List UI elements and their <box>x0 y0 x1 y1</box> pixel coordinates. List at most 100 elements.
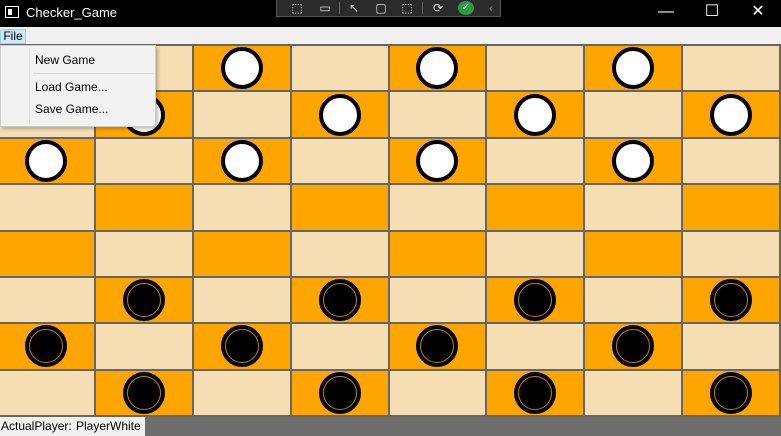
board-square[interactable] <box>193 324 290 369</box>
load-game-menu-item[interactable]: Load Game... <box>35 80 108 94</box>
board-square[interactable] <box>683 92 779 137</box>
board-square[interactable] <box>95 277 192 323</box>
board-square[interactable] <box>487 277 584 323</box>
board-square[interactable] <box>95 185 192 230</box>
board-square[interactable] <box>389 46 486 91</box>
board-square[interactable] <box>193 46 290 91</box>
black-piece[interactable] <box>710 371 753 414</box>
board-square[interactable] <box>193 138 290 184</box>
board-square[interactable] <box>0 370 94 415</box>
black-piece[interactable] <box>710 279 753 322</box>
black-piece[interactable] <box>220 325 263 368</box>
board-square[interactable] <box>389 277 486 323</box>
board-square[interactable] <box>291 46 388 91</box>
white-piece[interactable] <box>612 47 655 90</box>
board-square[interactable] <box>487 138 584 184</box>
board-square[interactable] <box>193 92 290 137</box>
board-square[interactable] <box>291 324 388 369</box>
window-title: Checker_Game <box>26 5 118 20</box>
black-piece[interactable] <box>612 325 655 368</box>
board-square[interactable] <box>389 324 486 369</box>
board-square[interactable] <box>0 277 94 323</box>
board-square[interactable] <box>193 231 290 276</box>
white-piece[interactable] <box>24 139 67 182</box>
new-game-menu-item[interactable]: New Game <box>35 53 95 67</box>
board-square[interactable] <box>585 231 682 276</box>
board-square[interactable] <box>585 277 682 323</box>
board-square[interactable] <box>291 370 388 415</box>
toolbar-separator <box>422 2 423 14</box>
board-square[interactable] <box>95 231 192 276</box>
board-square[interactable] <box>291 92 388 137</box>
board-square[interactable] <box>389 231 486 276</box>
board-square[interactable] <box>683 231 779 276</box>
board-square[interactable] <box>95 370 192 415</box>
black-piece[interactable] <box>514 279 557 322</box>
board-square[interactable] <box>95 324 192 369</box>
board-square[interactable] <box>389 185 486 230</box>
board-square[interactable] <box>585 138 682 184</box>
board-square[interactable] <box>683 324 779 369</box>
white-piece[interactable] <box>220 139 263 182</box>
board-square[interactable] <box>291 231 388 276</box>
board-square[interactable] <box>193 370 290 415</box>
black-piece[interactable] <box>416 325 459 368</box>
board-square[interactable] <box>389 138 486 184</box>
board-square[interactable] <box>585 46 682 91</box>
board-square[interactable] <box>585 92 682 137</box>
record-icon[interactable]: ▭ <box>317 1 333 15</box>
board-square[interactable] <box>193 277 290 323</box>
board-square[interactable] <box>683 46 779 91</box>
file-menu[interactable]: File <box>0 29 26 44</box>
pointer-icon[interactable]: ↖ <box>346 1 362 15</box>
board-square[interactable] <box>487 185 584 230</box>
board-square[interactable] <box>0 231 94 276</box>
board-square[interactable] <box>585 185 682 230</box>
maximize-button[interactable]: ☐ <box>689 0 735 27</box>
board-square[interactable] <box>487 231 584 276</box>
board-square[interactable] <box>0 138 94 184</box>
black-piece[interactable] <box>24 325 67 368</box>
board-square[interactable] <box>585 370 682 415</box>
board-square[interactable] <box>487 92 584 137</box>
board-square[interactable] <box>389 370 486 415</box>
black-piece[interactable] <box>122 371 165 414</box>
black-piece[interactable] <box>514 371 557 414</box>
white-piece[interactable] <box>514 93 557 136</box>
board-square[interactable] <box>95 138 192 184</box>
board-square[interactable] <box>389 92 486 137</box>
inspect-icon[interactable]: ⬚ <box>399 1 415 15</box>
board-square[interactable] <box>683 138 779 184</box>
minimize-button[interactable]: — <box>643 0 689 27</box>
board-square[interactable] <box>683 277 779 323</box>
frame-icon[interactable]: ▢ <box>373 1 389 15</box>
debug-toolbar: ⬚ ▭ ↖ ▢ ⬚ ⟳ ✓ ‹ <box>276 0 501 17</box>
board-square[interactable] <box>683 185 779 230</box>
board-square[interactable] <box>487 46 584 91</box>
white-piece[interactable] <box>612 139 655 182</box>
white-piece[interactable] <box>416 47 459 90</box>
white-piece[interactable] <box>220 47 263 90</box>
collapse-icon[interactable]: ‹ <box>483 1 499 15</box>
black-piece[interactable] <box>318 371 361 414</box>
board-square[interactable] <box>291 185 388 230</box>
board-square[interactable] <box>585 324 682 369</box>
board-square[interactable] <box>0 185 94 230</box>
black-piece[interactable] <box>122 279 165 322</box>
white-piece[interactable] <box>416 139 459 182</box>
hot-reload-icon[interactable]: ⟳ <box>430 1 446 15</box>
save-game-menu-item[interactable]: Save Game... <box>35 102 108 116</box>
board-square[interactable] <box>0 324 94 369</box>
black-piece[interactable] <box>318 279 361 322</box>
select-element-icon[interactable]: ⬚ <box>289 1 305 15</box>
board-square[interactable] <box>291 138 388 184</box>
board-square[interactable] <box>487 370 584 415</box>
white-piece[interactable] <box>710 93 753 136</box>
board-square[interactable] <box>683 370 779 415</box>
white-piece[interactable] <box>318 93 361 136</box>
board-square[interactable] <box>291 277 388 323</box>
check-icon[interactable]: ✓ <box>458 1 474 15</box>
board-square[interactable] <box>487 324 584 369</box>
close-button[interactable]: ✕ <box>735 0 781 27</box>
board-square[interactable] <box>193 185 290 230</box>
